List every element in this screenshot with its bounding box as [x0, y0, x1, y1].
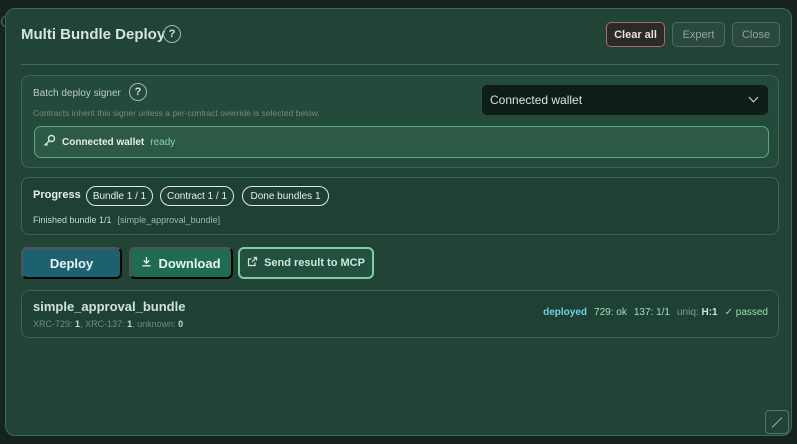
- download-icon: [141, 256, 152, 270]
- progress-card: Progress Bundle 1 / 1 Contract 1 / 1 Don…: [21, 177, 779, 235]
- count-value: 0: [178, 319, 184, 329]
- uniq-status: uniq: H:1: [677, 307, 718, 318]
- signer-hint: Contracts inherit this signer unless a p…: [33, 108, 320, 118]
- passed-status: ✓ passed: [724, 307, 768, 318]
- contract-counts: XRC-729: 1, XRC-137: 1, unknown: 0: [33, 319, 184, 329]
- clear-all-button[interactable]: Clear all: [606, 22, 665, 47]
- uniq-label: uniq:: [677, 307, 699, 318]
- wallet-status: Connected wallet ready: [34, 126, 769, 158]
- uniq-value: H:1: [701, 307, 718, 318]
- count-label: XRC-729:: [33, 319, 73, 329]
- signer-label: Batch deploy signer: [33, 88, 121, 99]
- download-button[interactable]: Download: [129, 247, 233, 279]
- key-icon: [43, 134, 56, 150]
- signer-help-icon[interactable]: ?: [129, 83, 147, 101]
- result-row: simple_approval_bundle XRC-729: 1, XRC-1…: [21, 290, 779, 338]
- progress-status-text: Finished bundle 1/1: [33, 215, 112, 225]
- progress-label: Progress: [33, 189, 81, 201]
- bundle-name: simple_approval_bundle: [33, 299, 186, 314]
- modal-title: Multi Bundle Deploy: [21, 26, 166, 43]
- external-link-icon: [247, 256, 258, 270]
- count-label: XRC-137:: [85, 319, 125, 329]
- count-label: unknown:: [137, 319, 176, 329]
- progress-status-tag: [simple_approval_bundle]: [117, 215, 221, 225]
- resize-handle[interactable]: [765, 410, 789, 434]
- multi-bundle-deploy-modal: Multi Bundle Deploy ? Clear all Expert C…: [5, 8, 792, 436]
- count-value: 1: [127, 319, 133, 329]
- help-icon[interactable]: ?: [163, 25, 181, 43]
- signer-card: Batch deploy signer ? Contracts inherit …: [21, 75, 779, 168]
- signer-select[interactable]: Connected wallet: [481, 84, 769, 116]
- contract-pill: Contract 1 / 1: [160, 186, 234, 206]
- progress-status: Finished bundle 1/1 [simple_approval_bund…: [33, 215, 220, 225]
- send-mcp-label: Send result to MCP: [264, 257, 365, 269]
- send-result-to-mcp-button[interactable]: Send result to MCP: [238, 247, 374, 279]
- result-stats: deployed 729: ok 137: 1/1 uniq: H:1 ✓ pa…: [543, 307, 768, 318]
- xrc729-status: 729: ok: [594, 307, 627, 318]
- bundle-pill: Bundle 1 / 1: [86, 186, 153, 206]
- count-value: 1: [75, 319, 81, 329]
- deploy-button[interactable]: Deploy: [21, 247, 122, 279]
- modal-header: Multi Bundle Deploy ? Clear all Expert C…: [6, 9, 791, 59]
- deploy-label: Deploy: [49, 255, 94, 271]
- wallet-status-state: ready: [150, 136, 176, 148]
- wallet-status-name: Connected wallet: [62, 136, 145, 148]
- signer-select-value: Connected wallet: [490, 93, 583, 107]
- xrc137-status: 137: 1/1: [633, 307, 670, 318]
- deploy-state-badge: deployed: [543, 307, 588, 318]
- done-bundles-pill: Done bundles 1: [242, 186, 329, 206]
- expert-button[interactable]: Expert: [672, 22, 725, 47]
- chevron-down-icon: [748, 92, 759, 103]
- close-button[interactable]: Close: [732, 22, 780, 47]
- header-divider: [21, 64, 779, 65]
- download-label: Download: [158, 255, 221, 271]
